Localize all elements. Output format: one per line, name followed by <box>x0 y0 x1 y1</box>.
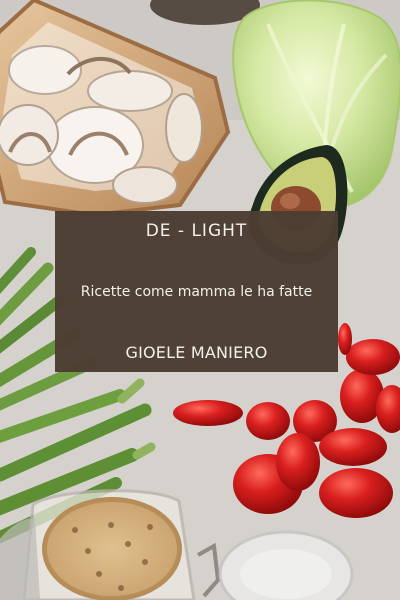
book-author: GIOELE MANIERO <box>125 343 268 362</box>
book-cover: DE - LIGHT Ricette come mamma le ha fatt… <box>0 0 400 600</box>
book-title: DE - LIGHT <box>145 221 248 241</box>
title-panel: DE - LIGHT Ricette come mamma le ha fatt… <box>55 211 338 372</box>
book-subtitle: Ricette come mamma le ha fatte <box>80 284 313 300</box>
